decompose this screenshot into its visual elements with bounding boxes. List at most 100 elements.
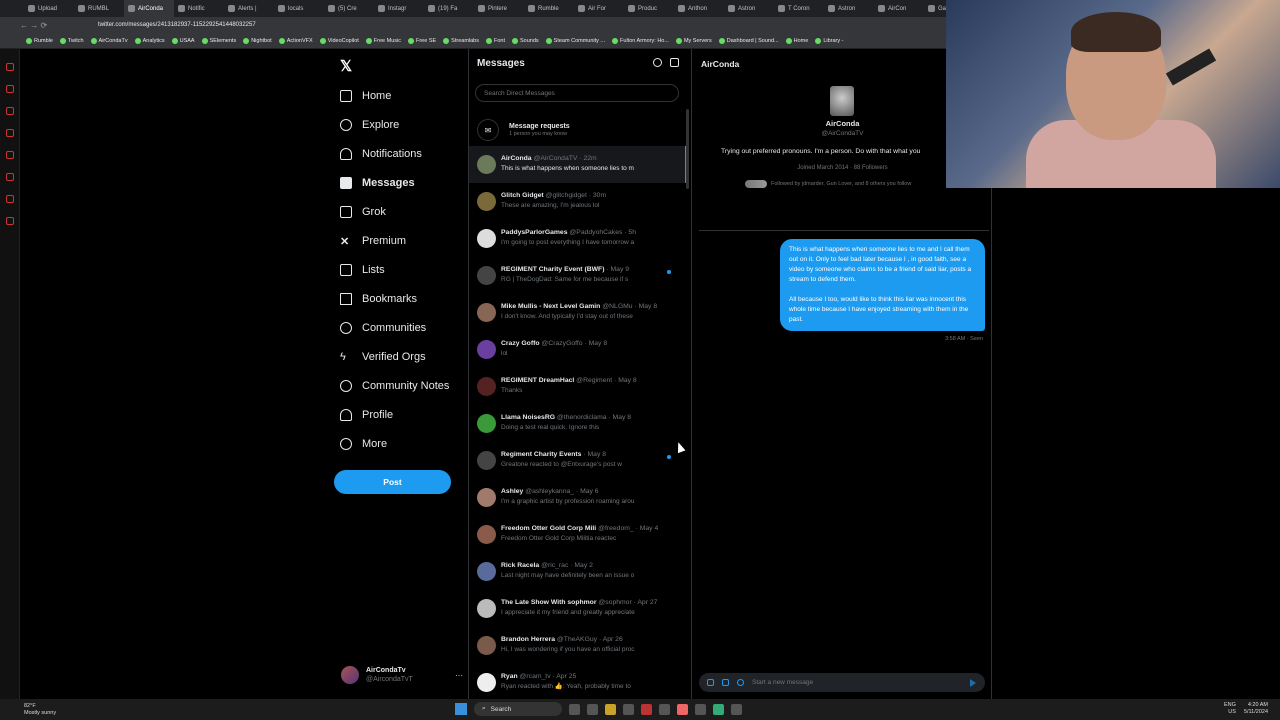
browser-tab[interactable]: Astron — [724, 0, 774, 17]
clock[interactable]: 4:20 AM 5/11/2024 — [1244, 702, 1268, 716]
taskbar-app-icon[interactable] — [587, 703, 598, 715]
bookmark-item[interactable]: Library - — [815, 37, 843, 44]
nav-notifications[interactable]: Notifications — [340, 145, 422, 163]
bookmark-item[interactable]: Free SE — [407, 37, 436, 44]
nav-home[interactable]: Home — [340, 87, 391, 105]
nav-bookmarks[interactable]: Bookmarks — [340, 290, 417, 308]
settings-gear-icon[interactable] — [653, 58, 662, 67]
taskbar-app-icon[interactable] — [641, 703, 652, 715]
taskbar-app-icon[interactable] — [569, 703, 580, 715]
nav-premium[interactable]: ✕ Premium — [340, 232, 406, 250]
nav-profile[interactable]: Profile — [340, 406, 393, 424]
conversation-row[interactable]: Regiment Charity Events · May 8 Greatone … — [469, 442, 687, 479]
more-dots-icon[interactable]: ··· — [455, 671, 463, 680]
bookmark-item[interactable]: Nightbot — [243, 37, 272, 44]
conversation-row[interactable]: REGIMENT DreamHacl @Regiment · May 8 Than… — [469, 368, 687, 405]
url-field[interactable]: twitter.com/messages/2413182937-11522925… — [98, 22, 256, 28]
conversation-row[interactable]: Ryan @rcam_tv · Apr 25 Ryan reacted with … — [469, 664, 687, 701]
taskbar-app-icon[interactable] — [731, 703, 742, 715]
image-icon[interactable] — [707, 679, 714, 686]
post-button[interactable]: Post — [334, 470, 451, 494]
conversation-row[interactable]: Rick Racela @ric_rac · May 2 Last night m… — [469, 553, 687, 590]
new-message-icon[interactable] — [670, 58, 679, 67]
sidebar-app-icon[interactable] — [5, 151, 14, 159]
browser-tab[interactable]: AirCon — [874, 0, 924, 17]
message-input[interactable] — [752, 679, 952, 686]
browser-tab[interactable]: RUMBL — [74, 0, 124, 17]
nav-more[interactable]: More — [340, 435, 387, 453]
conversation-row[interactable]: Llama NoisesRG @thenordiclama · May 8 Doi… — [469, 405, 687, 442]
browser-tab[interactable]: (5) Cre — [324, 0, 374, 17]
weather-widget[interactable]: 82°F Mostly sunny — [24, 703, 56, 717]
bookmark-item[interactable]: ActionVFX — [278, 37, 313, 44]
browser-tab[interactable]: locals — [274, 0, 324, 17]
sidebar-app-icon[interactable] — [5, 63, 14, 71]
conversation-row[interactable]: The Late Show With sophmor @sophmor · Ap… — [469, 590, 687, 627]
conversation-row[interactable]: Crazy Goffo @CrazyGoffo · May 8 lol — [469, 331, 687, 368]
taskbar-app-icon[interactable] — [659, 703, 670, 715]
start-icon[interactable] — [455, 703, 467, 715]
browser-tab[interactable]: Notific — [174, 0, 224, 17]
browser-tab[interactable]: Anthon — [674, 0, 724, 17]
conversation-row[interactable]: Freedom Otter Gold Corp Mili @freedom_ ·… — [469, 516, 687, 553]
browser-tab[interactable]: Pintere — [474, 0, 524, 17]
bookmark-item[interactable]: Streamlabs — [443, 37, 479, 44]
bookmark-item[interactable]: My Servers — [675, 37, 712, 44]
conversation-row[interactable]: AirConda @AirCondaTV · 22m This is what h… — [469, 146, 687, 183]
x-logo-icon[interactable]: 𝕏 — [340, 57, 352, 75]
browser-tab[interactable]: Alerts | — [224, 0, 274, 17]
browser-nav-icons[interactable]: ← → ⟳ — [20, 21, 80, 30]
bookmark-item[interactable]: Sounds — [512, 37, 539, 44]
emoji-icon[interactable] — [737, 679, 744, 686]
nav-lists[interactable]: Lists — [340, 261, 385, 279]
taskbar-app-icon[interactable] — [623, 703, 634, 715]
nav-verified-orgs[interactable]: ϟ Verified Orgs — [340, 348, 426, 366]
browser-tab[interactable]: (19) Fa — [424, 0, 474, 17]
sidebar-app-icon[interactable] — [5, 129, 14, 137]
conversation-row[interactable]: Glitch Gidget @glitchgidget · 30m These a… — [469, 183, 687, 220]
bookmark-item[interactable]: Free Music — [365, 37, 401, 44]
bookmark-item[interactable]: VideoCopilot — [319, 37, 359, 44]
bookmark-item[interactable]: Analytics — [134, 37, 165, 44]
browser-tab[interactable]: Rumble — [524, 0, 574, 17]
browser-tab[interactable]: Upload — [24, 0, 74, 17]
bookmark-item[interactable]: Twitch — [59, 37, 84, 44]
bookmark-item[interactable]: SElements — [201, 37, 236, 44]
bookmark-item[interactable]: Dashboard | Sound... — [718, 37, 779, 44]
sidebar-app-icon[interactable] — [5, 173, 14, 181]
taskbar-search[interactable]: ⌕ Search — [474, 702, 562, 716]
folder-icon[interactable] — [605, 703, 616, 715]
language-indicator[interactable]: ENG US — [1224, 702, 1236, 716]
gif-icon[interactable] — [722, 679, 729, 686]
conversation-row[interactable]: PaddysParlorGames @PaddyohCakes · 5h I'm … — [469, 220, 687, 257]
bookmark-item[interactable]: Fulton Armory: Ho... — [612, 37, 669, 44]
followed-by[interactable]: Followed by jdmarder, Gun Lover, and 8 o… — [745, 180, 911, 188]
conversation-row[interactable]: Brandon Herrera @TheAKGuy · Apr 26 Hi, I … — [469, 627, 687, 664]
send-icon[interactable] — [970, 678, 977, 687]
nav-messages[interactable]: Messages — [340, 174, 415, 192]
sidebar-app-icon[interactable] — [5, 217, 14, 225]
search-dm-input[interactable] — [475, 84, 679, 102]
scrollbar[interactable] — [686, 109, 689, 189]
browser-tab[interactable]: Produc — [624, 0, 674, 17]
taskbar-app-icon[interactable] — [695, 703, 706, 715]
nav-community-notes[interactable]: Community Notes — [340, 377, 449, 395]
browser-tab[interactable]: Astron — [824, 0, 874, 17]
sidebar-app-icon[interactable] — [5, 195, 14, 203]
bookmark-item[interactable]: USAA — [171, 37, 195, 44]
conversation-row[interactable]: Ashley @ashleykanna_ · May 6 I'm a graphi… — [469, 479, 687, 516]
bookmark-item[interactable]: Font — [486, 37, 505, 44]
taskbar-app-icon[interactable] — [677, 703, 688, 715]
avatar[interactable] — [830, 86, 854, 116]
conversation-row[interactable]: Mike Mullis - Next Level Gamin @NLGMu · … — [469, 294, 687, 331]
message-bubble[interactable]: This is what happens when someone lies t… — [780, 239, 985, 331]
nav-grok[interactable]: Grok — [340, 203, 386, 221]
browser-tab[interactable]: T Coron — [774, 0, 824, 17]
browser-tab[interactable]: AirConda — [124, 0, 174, 17]
account-switcher[interactable]: AirCondaTv @AircondaTvT ··· — [341, 663, 463, 687]
browser-tab[interactable]: Air For — [574, 0, 624, 17]
chrome-icon[interactable] — [713, 703, 724, 715]
sidebar-app-icon[interactable] — [5, 85, 14, 93]
nav-communities[interactable]: Communities — [340, 319, 426, 337]
bookmark-item[interactable]: Steam Community ... — [545, 37, 605, 44]
